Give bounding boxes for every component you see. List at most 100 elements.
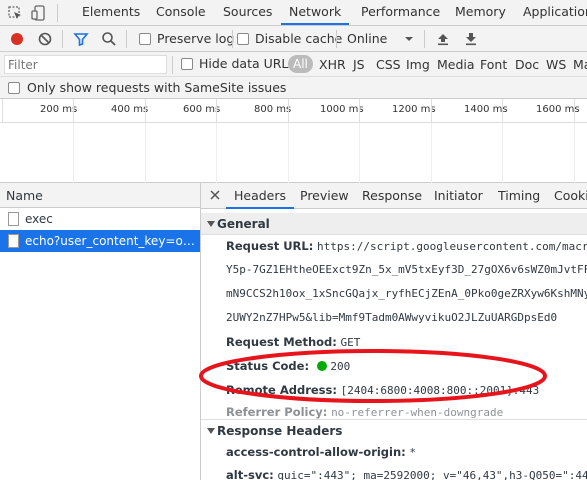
timeline-gridline xyxy=(431,123,432,183)
tab-elements[interactable]: Elements xyxy=(82,0,140,25)
timeline-gridline xyxy=(145,123,146,183)
timeline-tick-label: 400 ms xyxy=(111,104,149,115)
tab-application[interactable]: Application xyxy=(523,0,587,25)
device-toggle-icon[interactable] xyxy=(30,4,48,22)
clear-icon[interactable] xyxy=(36,30,54,48)
chevron-down-icon[interactable] xyxy=(400,30,418,48)
timeline-gridline xyxy=(216,123,217,183)
remote-address-key: Remote Address: xyxy=(226,383,337,397)
header-value: * xyxy=(409,446,417,459)
tab-network[interactable]: Network xyxy=(281,0,350,25)
toolbar-divider xyxy=(172,56,173,74)
filter-icon[interactable] xyxy=(72,30,90,48)
type-filter-ws[interactable]: WS xyxy=(546,57,566,72)
tab-sources[interactable]: Sources xyxy=(223,0,272,25)
search-icon[interactable] xyxy=(100,30,118,48)
timeline-tick xyxy=(431,99,432,123)
toolbar-divider xyxy=(62,30,63,48)
type-filter-doc[interactable]: Doc xyxy=(515,57,539,72)
timeline-tick xyxy=(359,99,360,123)
timeline-tick-label: 200 ms xyxy=(40,104,78,115)
referrer-policy-value: no-referrer-when-downgrade xyxy=(331,406,504,419)
timeline-ruler[interactable]: 200 ms 400 ms 600 ms 800 ms 1000 ms 1200… xyxy=(0,99,587,123)
devtools-tabbar: Elements Console Sources Network Perform… xyxy=(0,0,587,26)
timeline-gridline xyxy=(502,123,503,183)
status-code-row: Status Code: 200 xyxy=(226,359,350,373)
header-row: access-control-allow-origin: * xyxy=(226,445,416,459)
request-method-row: Request Method: GET xyxy=(226,335,360,349)
document-icon xyxy=(8,212,19,226)
tab-timing[interactable]: Timing xyxy=(498,183,540,209)
section-title: Response Headers xyxy=(217,424,343,438)
detail-tabbar: Headers Preview Response Initiator Timin… xyxy=(201,183,587,209)
type-filter-manifest[interactable]: Ma xyxy=(573,57,587,72)
tab-console[interactable]: Console xyxy=(156,0,206,25)
type-filter-css[interactable]: CSS xyxy=(376,57,401,72)
preserve-log-label: Preserve log xyxy=(157,31,235,46)
request-row-selected[interactable]: echo?user_content_key=oY_I... xyxy=(0,230,200,252)
tab-performance[interactable]: Performance xyxy=(361,0,440,25)
status-ok-icon xyxy=(316,361,327,371)
close-icon[interactable] xyxy=(209,189,221,201)
timeline-tick-label: 600 ms xyxy=(183,104,221,115)
referrer-policy-row: Referrer Policy: no-referrer-when-downgr… xyxy=(226,405,503,419)
section-general[interactable]: General xyxy=(201,213,587,235)
type-filter-img[interactable]: Img xyxy=(406,57,430,72)
tab-initiator[interactable]: Initiator xyxy=(434,183,483,209)
type-filter-media[interactable]: Media xyxy=(437,57,475,72)
timeline-overview[interactable] xyxy=(0,123,587,183)
filter-bar: Hide data URLs All XHR JS CSS Img Media … xyxy=(0,52,587,77)
type-filter-font[interactable]: Font xyxy=(480,57,507,72)
disable-cache-label: Disable cache xyxy=(255,31,343,46)
filter-input[interactable] xyxy=(4,55,167,74)
samesite-checkbox[interactable] xyxy=(8,82,20,94)
record-icon[interactable] xyxy=(8,30,26,48)
tab-response[interactable]: Response xyxy=(362,183,422,209)
request-name: exec xyxy=(25,212,53,226)
tab-memory[interactable]: Memory xyxy=(455,0,506,25)
upload-icon[interactable] xyxy=(434,30,452,48)
request-url-continuation: Y5p-7GZ1EHtheOEExct9Zn_5x_mV5txEyf3D_27g… xyxy=(226,263,587,276)
toolbar-divider xyxy=(424,30,425,48)
timeline-tick xyxy=(2,99,3,123)
remote-address-row: Remote Address: [2404:6800:4008:800::200… xyxy=(226,383,539,397)
toolbar-divider xyxy=(126,30,127,48)
status-code-key: Status Code: xyxy=(226,359,310,373)
tab-preview[interactable]: Preview xyxy=(300,183,349,209)
type-filter-all[interactable]: All xyxy=(288,55,313,73)
section-title: General xyxy=(217,217,270,231)
inspect-element-icon[interactable] xyxy=(6,4,24,22)
timeline-tick xyxy=(73,99,74,123)
request-name: echo?user_content_key=oY_I... xyxy=(25,234,197,248)
throttling-select[interactable]: Online xyxy=(347,31,387,46)
request-url-continuation: 2UWY2nZ7HPw5&lib=Mmf9Tadm0AWwyvikuO2JLZu… xyxy=(226,311,558,324)
toolbar-divider xyxy=(232,30,233,48)
expand-triangle-icon xyxy=(207,428,215,434)
document-icon xyxy=(8,234,19,248)
preserve-log-checkbox[interactable] xyxy=(139,33,151,45)
timeline-tick xyxy=(216,99,217,123)
timeline-tick xyxy=(288,99,289,123)
download-icon[interactable] xyxy=(462,30,480,48)
timeline-gridline xyxy=(574,123,575,183)
type-filter-xhr[interactable]: XHR xyxy=(319,57,346,72)
tab-cookies[interactable]: Cooki xyxy=(554,183,587,209)
header-key: alt-svc: xyxy=(226,468,274,480)
hide-data-urls-label: Hide data URLs xyxy=(199,56,295,71)
type-filter-js[interactable]: JS xyxy=(353,57,365,72)
samesite-row: Only show requests with SameSite issues xyxy=(0,77,587,99)
referrer-policy-key: Referrer Policy: xyxy=(226,405,328,419)
samesite-label: Only show requests with SameSite issues xyxy=(27,80,287,95)
request-method-value: GET xyxy=(340,336,361,349)
section-response-headers[interactable]: Response Headers xyxy=(201,419,587,441)
header-value: quic=":443"; ma=2592000; v="46,43",h3-Q0… xyxy=(277,469,587,480)
tab-headers[interactable]: Headers xyxy=(226,183,295,209)
hide-data-urls-checkbox[interactable] xyxy=(181,58,193,70)
disable-cache-checkbox[interactable] xyxy=(237,33,249,45)
toolbar-divider xyxy=(57,4,58,22)
column-header-name[interactable]: Name xyxy=(0,183,200,208)
header-key: access-control-allow-origin: xyxy=(226,445,406,459)
request-row[interactable]: exec xyxy=(0,208,200,230)
highlight-ellipse-annotation xyxy=(199,349,547,403)
request-url-row: Request URL: https://script.googleuserco… xyxy=(226,239,587,253)
